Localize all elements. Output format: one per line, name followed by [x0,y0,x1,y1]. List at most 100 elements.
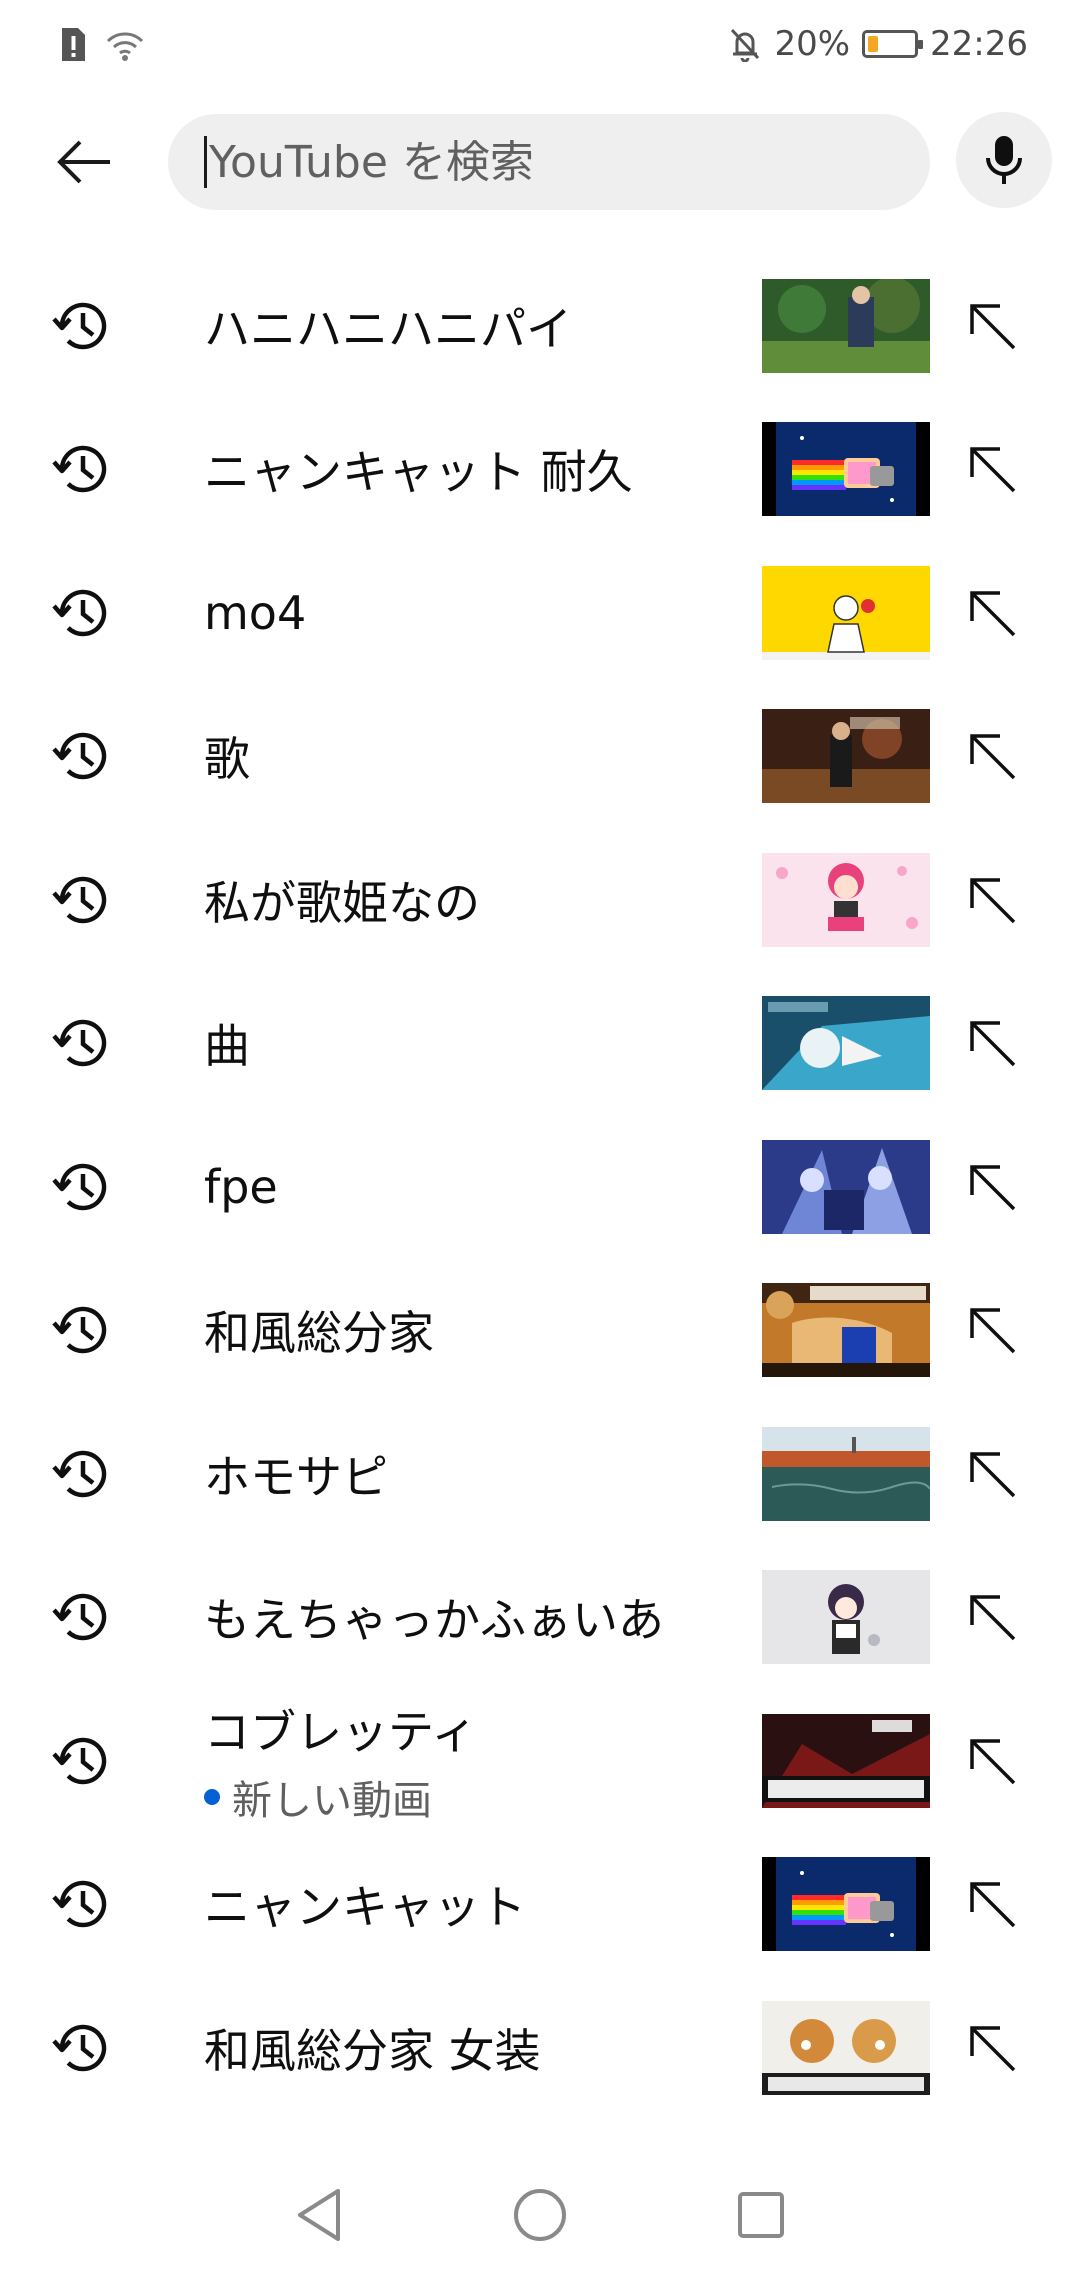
history-label: fpe [204,1159,278,1214]
history-item[interactable]: コブレッティ 新しい動画 [0,1689,1080,1832]
history-icon-wrap [50,1871,116,1937]
arrow-up-left-icon [970,1882,1016,1928]
history-item[interactable]: 曲 [0,972,1080,1115]
history-icon-wrap [50,1584,116,1650]
status-right: 20% 22:26 [728,24,1028,64]
arrow-up-left-icon [970,1738,1016,1784]
arrow-up-left-icon [970,303,1016,349]
fill-query-button[interactable] [964,1446,1020,1502]
history-item[interactable]: mo4 [0,541,1080,684]
history-icon [52,1737,107,1784]
fill-query-button[interactable] [964,2020,1020,2076]
history-item[interactable]: 私が歌姫なの [0,828,1080,971]
history-text: ニャンキャット [204,1871,526,1937]
history-label: 歌 [204,732,250,786]
video-thumbnail [762,422,930,516]
sim-alert-icon [62,28,85,61]
search-input[interactable] [209,136,849,188]
history-label: ホモサピ [204,1449,388,1504]
system-nav-bar [0,2150,1080,2280]
history-item[interactable]: 和風総分家 女装 [0,1976,1080,2119]
history-text: 私が歌姫なの [204,867,480,933]
history-text: ホモサピ [204,1441,388,1507]
fill-query-button[interactable] [964,1302,1020,1358]
clock: 22:26 [930,24,1028,64]
video-thumbnail [762,1426,930,1521]
history-text: fpe [204,1160,278,1214]
fill-query-button[interactable] [964,298,1020,354]
fill-query-button[interactable] [964,585,1020,641]
search-header [0,110,1080,214]
fill-query-button[interactable] [964,1876,1020,1932]
fill-query-button[interactable] [964,441,1020,497]
video-thumbnail [762,565,930,660]
search-box[interactable] [168,114,930,210]
history-icon-wrap [50,867,116,933]
history-label: ニャンキャット [204,1880,526,1934]
new-video-dot [204,1788,220,1805]
history-icon [52,302,107,349]
history-label: 和風総分家 [204,1306,434,1360]
video-thumbnail [762,1713,930,1808]
history-icon [52,1593,107,1641]
history-icon [52,589,107,636]
history-item[interactable]: ホモサピ [0,1402,1080,1545]
history-icon-wrap [50,1441,116,1507]
battery-percent: 20% [774,24,851,64]
history-icon [52,876,107,923]
history-icon-wrap [50,1728,116,1794]
arrow-up-left-icon [970,1595,1016,1641]
arrow-up-left-icon [970,1308,1016,1354]
fill-query-button[interactable] [964,872,1020,928]
history-text: ニャンキャット 耐久 [204,436,633,502]
history-icon-wrap [50,1297,116,1363]
history-icon [52,732,107,780]
history-icon-wrap [50,723,116,789]
video-thumbnail [762,278,930,373]
history-label: ハニハニハニパイ [204,301,572,356]
arrow-up-left-icon [970,2025,1016,2071]
video-thumbnail [762,852,930,947]
arrow-up-left-icon [970,1451,1016,1497]
history-icon-wrap [50,436,116,502]
history-item[interactable]: fpe [0,1115,1080,1258]
history-text: 和風総分家 女装 [204,2015,541,2081]
history-item[interactable]: ハニハニハニパイ [0,254,1080,397]
arrow-up-left-icon [970,1021,1016,1067]
back-button[interactable] [44,122,124,202]
fill-query-button[interactable] [964,1159,1020,1215]
nav-recents-icon[interactable] [736,2190,786,2240]
arrow-up-left-icon [970,734,1016,780]
history-item[interactable]: 歌 [0,685,1080,828]
history-icon-wrap [50,580,116,646]
fill-query-button[interactable] [964,1015,1020,1071]
history-icon [52,1019,107,1067]
history-item[interactable]: ニャンキャット 耐久 [0,398,1080,541]
arrow-left-icon [57,140,110,184]
history-item[interactable]: もえちゃっかふぁいあ [0,1546,1080,1689]
history-icon-wrap [50,2015,116,2081]
fill-query-button[interactable] [964,1589,1020,1645]
history-text: コブレッティ 新しい動画 [204,1696,477,1826]
status-bar: 20% 22:26 [0,0,1080,92]
nav-back-icon[interactable] [294,2187,344,2243]
nav-home-icon[interactable] [512,2187,568,2243]
fill-query-button[interactable] [964,1733,1020,1789]
battery-icon [862,30,924,58]
mute-bell-icon [731,28,760,62]
fill-query-button[interactable] [964,728,1020,784]
history-item[interactable]: ニャンキャット [0,1833,1080,1976]
text-caret [204,136,207,188]
history-text: 歌 [204,723,250,789]
history-label: コブレッティ [204,1704,478,1759]
history-icon [52,1450,107,1497]
arrow-up-left-icon [970,1164,1016,1210]
video-thumbnail [762,1139,930,1234]
new-video-indicator: 新しい動画 [204,1768,477,1826]
history-item[interactable]: 和風総分家 [0,1259,1080,1402]
video-thumbnail [762,709,930,803]
video-thumbnail [762,2000,930,2095]
video-thumbnail [762,1857,930,1951]
arrow-up-left-icon [970,447,1016,493]
voice-search-button[interactable] [956,112,1052,208]
